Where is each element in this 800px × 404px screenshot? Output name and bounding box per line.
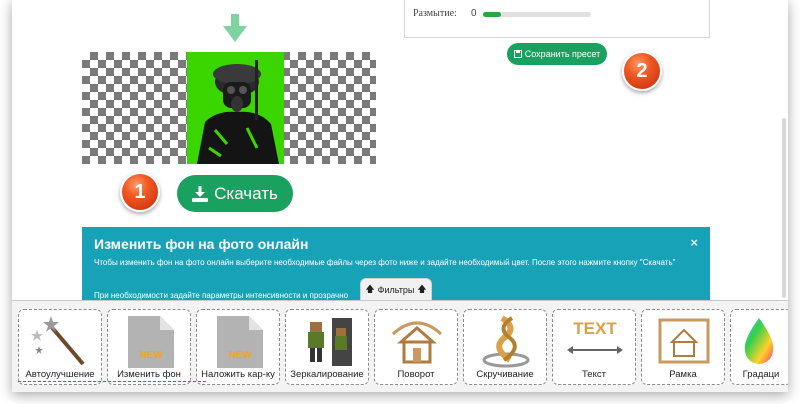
svg-text:NEW: NEW bbox=[139, 350, 163, 361]
soldier-image bbox=[187, 52, 284, 164]
info-text: Чтобы изменить фон на фото онлайн выбери… bbox=[94, 258, 676, 267]
down-arrow-icon bbox=[223, 14, 247, 42]
tool-gradient[interactable]: Градаци bbox=[730, 309, 788, 385]
download-icon bbox=[192, 185, 209, 202]
frame-icon bbox=[658, 318, 710, 364]
tool-twist[interactable]: Скручивание bbox=[463, 309, 547, 385]
tool-rotate[interactable]: Поворот bbox=[374, 309, 458, 385]
svg-text:TEXT: TEXT bbox=[573, 319, 617, 338]
app-window: Размытие: 0 Сохранить пресет 2 1 Скачать… bbox=[12, 0, 788, 392]
blur-value: 0 bbox=[471, 8, 477, 19]
scrollbar[interactable] bbox=[778, 0, 788, 300]
step-badge-2: 2 bbox=[622, 51, 662, 91]
tool-label: Изменить фон bbox=[117, 369, 181, 380]
save-preset-label: Сохранить пресет bbox=[524, 49, 601, 59]
info-title: Изменить фон на фото онлайн bbox=[94, 236, 309, 252]
new-file-icon: NEW bbox=[217, 316, 263, 368]
save-preset-button[interactable]: Сохранить пресет bbox=[507, 43, 607, 65]
new-file-icon: NEW bbox=[128, 316, 174, 368]
gradient-drop-icon bbox=[744, 318, 774, 364]
download-label: Скачать bbox=[214, 183, 278, 203]
tool-label: Градаци bbox=[742, 369, 780, 380]
tool-label: Зеркалирование bbox=[290, 369, 364, 380]
step-badge-1: 1 bbox=[120, 172, 160, 212]
tool-auto-enhance[interactable]: Автоулучшение bbox=[18, 309, 102, 385]
tool-frame[interactable]: Рамка bbox=[641, 309, 725, 385]
mirror-icon bbox=[308, 318, 352, 366]
close-icon[interactable]: × bbox=[690, 235, 698, 250]
tool-overlay-image[interactable]: NEW Наложить кар-ку bbox=[196, 309, 280, 385]
tool-label: Автоулучшение bbox=[25, 369, 95, 380]
tool-label: Наложить кар-ку bbox=[201, 369, 275, 380]
filters-label: Фильтры bbox=[377, 284, 415, 295]
tool-change-background[interactable]: NEW Изменить фон bbox=[107, 309, 191, 385]
blur-settings-panel: Размытие: 0 bbox=[404, 0, 710, 38]
download-button[interactable]: Скачать bbox=[177, 175, 293, 212]
blur-slider-fill bbox=[483, 12, 502, 17]
blur-label: Размытие: bbox=[413, 8, 457, 19]
magic-wand-icon bbox=[31, 316, 85, 366]
text-icon: TEXT bbox=[567, 319, 623, 354]
photo-preview bbox=[187, 52, 284, 164]
scrollbar-thumb[interactable] bbox=[782, 118, 786, 298]
save-icon bbox=[513, 50, 522, 58]
rotate-house-icon bbox=[391, 321, 443, 364]
twist-icon bbox=[482, 315, 530, 368]
arrow-up-icon: 🡅 bbox=[365, 283, 375, 294]
tool-label: Рамка bbox=[669, 369, 697, 380]
tool-text[interactable]: TEXT Текст bbox=[552, 309, 636, 385]
svg-text:NEW: NEW bbox=[228, 350, 252, 361]
tool-label: Скручивание bbox=[476, 369, 534, 380]
filters-tab[interactable]: 🡅 Фильтры 🡅 bbox=[360, 278, 432, 300]
arrow-up-icon: 🡅 bbox=[417, 283, 427, 294]
blur-slider[interactable] bbox=[483, 12, 591, 17]
info-text-secondary: При необходимости задайте параметры инте… bbox=[94, 291, 349, 300]
tool-label: Поворот bbox=[397, 369, 435, 380]
tool-label: Текст bbox=[582, 369, 606, 380]
filters-toolbar: Автоулучшение NEW Изменить фон NEW Налож… bbox=[12, 300, 788, 392]
tool-mirror[interactable]: Зеркалирование bbox=[285, 309, 369, 385]
spellcheck-underline bbox=[18, 381, 206, 382]
